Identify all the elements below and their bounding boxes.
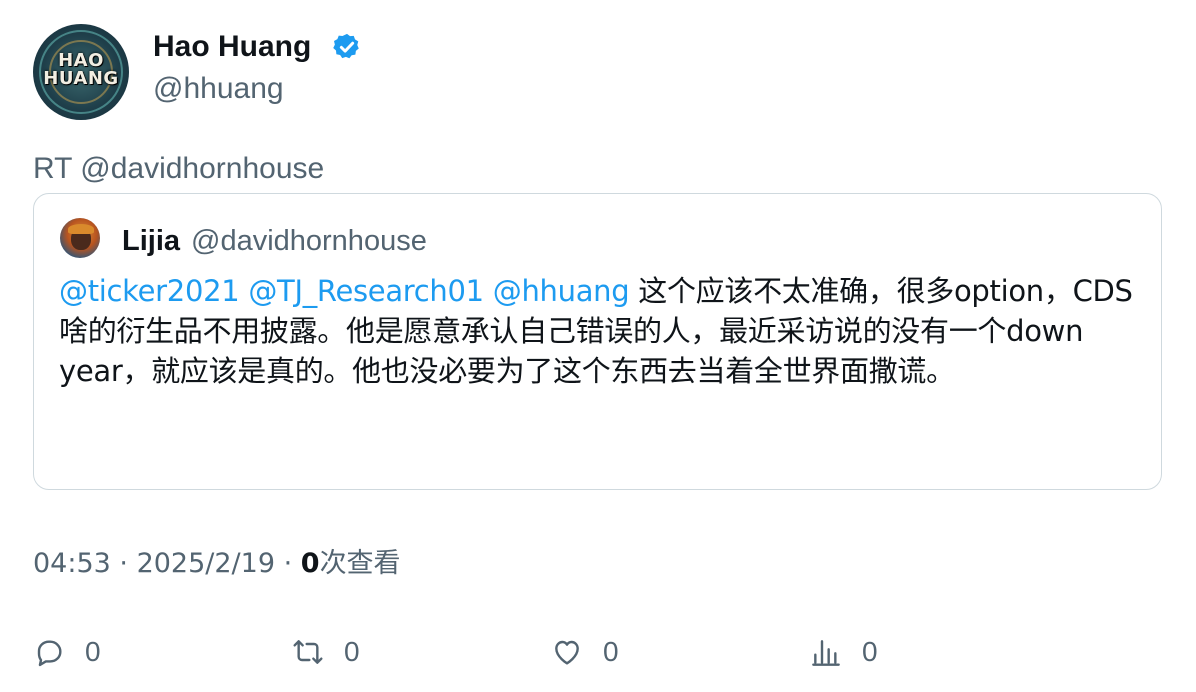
mention-link[interactable]: @hhuang bbox=[493, 274, 630, 308]
views-action-count: 0 bbox=[862, 636, 878, 667]
tweet-time[interactable]: 04:53 bbox=[33, 548, 111, 579]
author-avatar[interactable]: HAO HUANG bbox=[33, 24, 129, 120]
analytics-icon bbox=[812, 640, 840, 666]
views-label: 次查看 bbox=[319, 548, 401, 579]
tweet-date[interactable]: 2025/2/19 bbox=[137, 548, 275, 579]
tweet-meta: 04:53 · 2025/2/19 · 0次查看 bbox=[33, 546, 401, 582]
mention-link[interactable]: @ticker2021 bbox=[59, 274, 240, 308]
reply-button[interactable]: 0 bbox=[33, 630, 101, 674]
author-name[interactable]: Hao Huang bbox=[153, 28, 311, 66]
retweet-button[interactable]: 0 bbox=[292, 630, 360, 674]
retweet-label: RT @davidhornhouse bbox=[33, 152, 325, 185]
verified-badge-icon bbox=[333, 33, 359, 59]
reply-icon bbox=[37, 640, 62, 667]
views-count: 0 bbox=[300, 548, 320, 579]
views-button[interactable]: 0 bbox=[810, 630, 878, 674]
author-handle[interactable]: @hhuang bbox=[153, 70, 284, 108]
avatar-logo-text: HAO HUANG bbox=[43, 50, 119, 89]
quoted-tweet-text: @ticker2021 @TJ_Research01 @hhuang 这个应该不… bbox=[59, 271, 1144, 391]
meta-separator: · bbox=[110, 548, 137, 579]
retweet-count: 0 bbox=[344, 636, 360, 667]
quoted-author-avatar[interactable] bbox=[60, 218, 100, 258]
quoted-author-handle[interactable]: @davidhornhouse bbox=[191, 223, 427, 259]
heart-icon bbox=[555, 640, 579, 665]
quoted-author-name[interactable]: Lijia bbox=[122, 223, 180, 259]
reply-count: 0 bbox=[85, 636, 101, 667]
meta-separator: · bbox=[275, 548, 301, 579]
mention-link[interactable]: @TJ_Research01 bbox=[248, 274, 484, 308]
retweet-icon bbox=[293, 640, 323, 664]
like-button[interactable]: 0 bbox=[551, 630, 619, 674]
like-count: 0 bbox=[603, 636, 619, 667]
